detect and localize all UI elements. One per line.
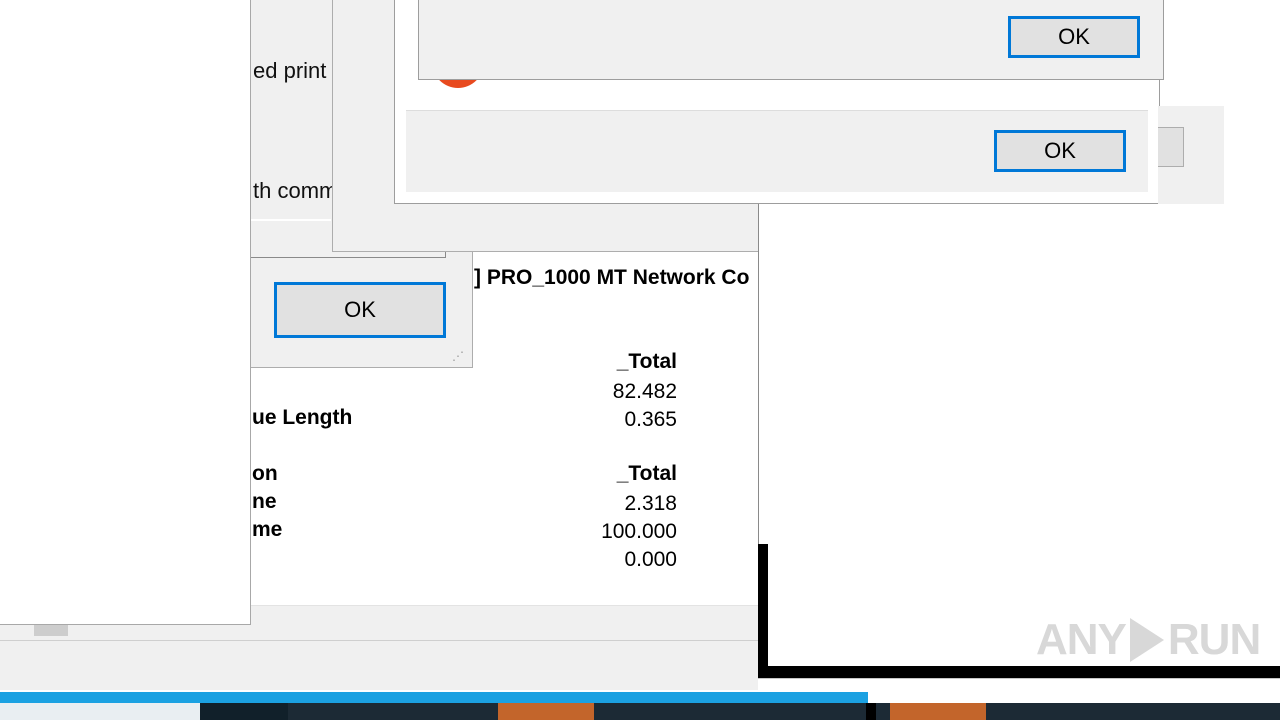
section2-value-2: 100.000 xyxy=(601,520,677,543)
divider xyxy=(251,219,331,221)
taskbar-item[interactable] xyxy=(200,703,288,720)
dialog-text-line1: ed print xyxy=(253,58,327,83)
section1-value-1: 82.482 xyxy=(612,380,677,403)
background-window xyxy=(758,204,1280,680)
section2-label-1: ne xyxy=(252,490,277,513)
background-button[interactable] xyxy=(1158,127,1184,167)
taskbar-app-button[interactable] xyxy=(498,703,594,720)
section1-header-total: _Total xyxy=(616,350,677,373)
network-adapter-label: ] PRO_1000 MT Network Co xyxy=(474,266,750,289)
watermark-text-right: RUN xyxy=(1167,615,1261,664)
window-bottom-strip xyxy=(758,678,1280,690)
taskbar xyxy=(0,703,1280,720)
taskbar-search-box[interactable] xyxy=(0,703,200,720)
section1-label-2: ue Length xyxy=(252,406,353,429)
section2-value-1: 2.318 xyxy=(624,492,677,515)
section2-label-2: me xyxy=(252,518,283,541)
ok-button[interactable]: OK xyxy=(1008,16,1140,58)
dialog-text-line2: th comm xyxy=(253,178,338,203)
section2-label-header: on xyxy=(252,462,278,485)
ok-button[interactable]: OK xyxy=(274,282,446,338)
anyrun-watermark: ANY RUN xyxy=(1036,610,1261,670)
section2-value-3: 0.000 xyxy=(624,548,677,571)
watermark-text-left: ANY xyxy=(1036,615,1127,664)
resize-grip-icon[interactable]: ⋰ xyxy=(452,348,468,364)
progress-bar-track xyxy=(868,690,1280,703)
taskbar-separator xyxy=(866,703,876,720)
section2-header-total: _Total xyxy=(616,462,677,485)
progress-bar xyxy=(0,690,868,703)
section1-value-2: 0.365 xyxy=(624,408,677,431)
ok-button[interactable]: OK xyxy=(994,130,1126,172)
divider xyxy=(0,640,760,641)
play-icon xyxy=(1129,618,1164,662)
window-border xyxy=(758,544,768,678)
background-panel xyxy=(0,0,251,625)
taskbar-app-button[interactable] xyxy=(890,703,986,720)
